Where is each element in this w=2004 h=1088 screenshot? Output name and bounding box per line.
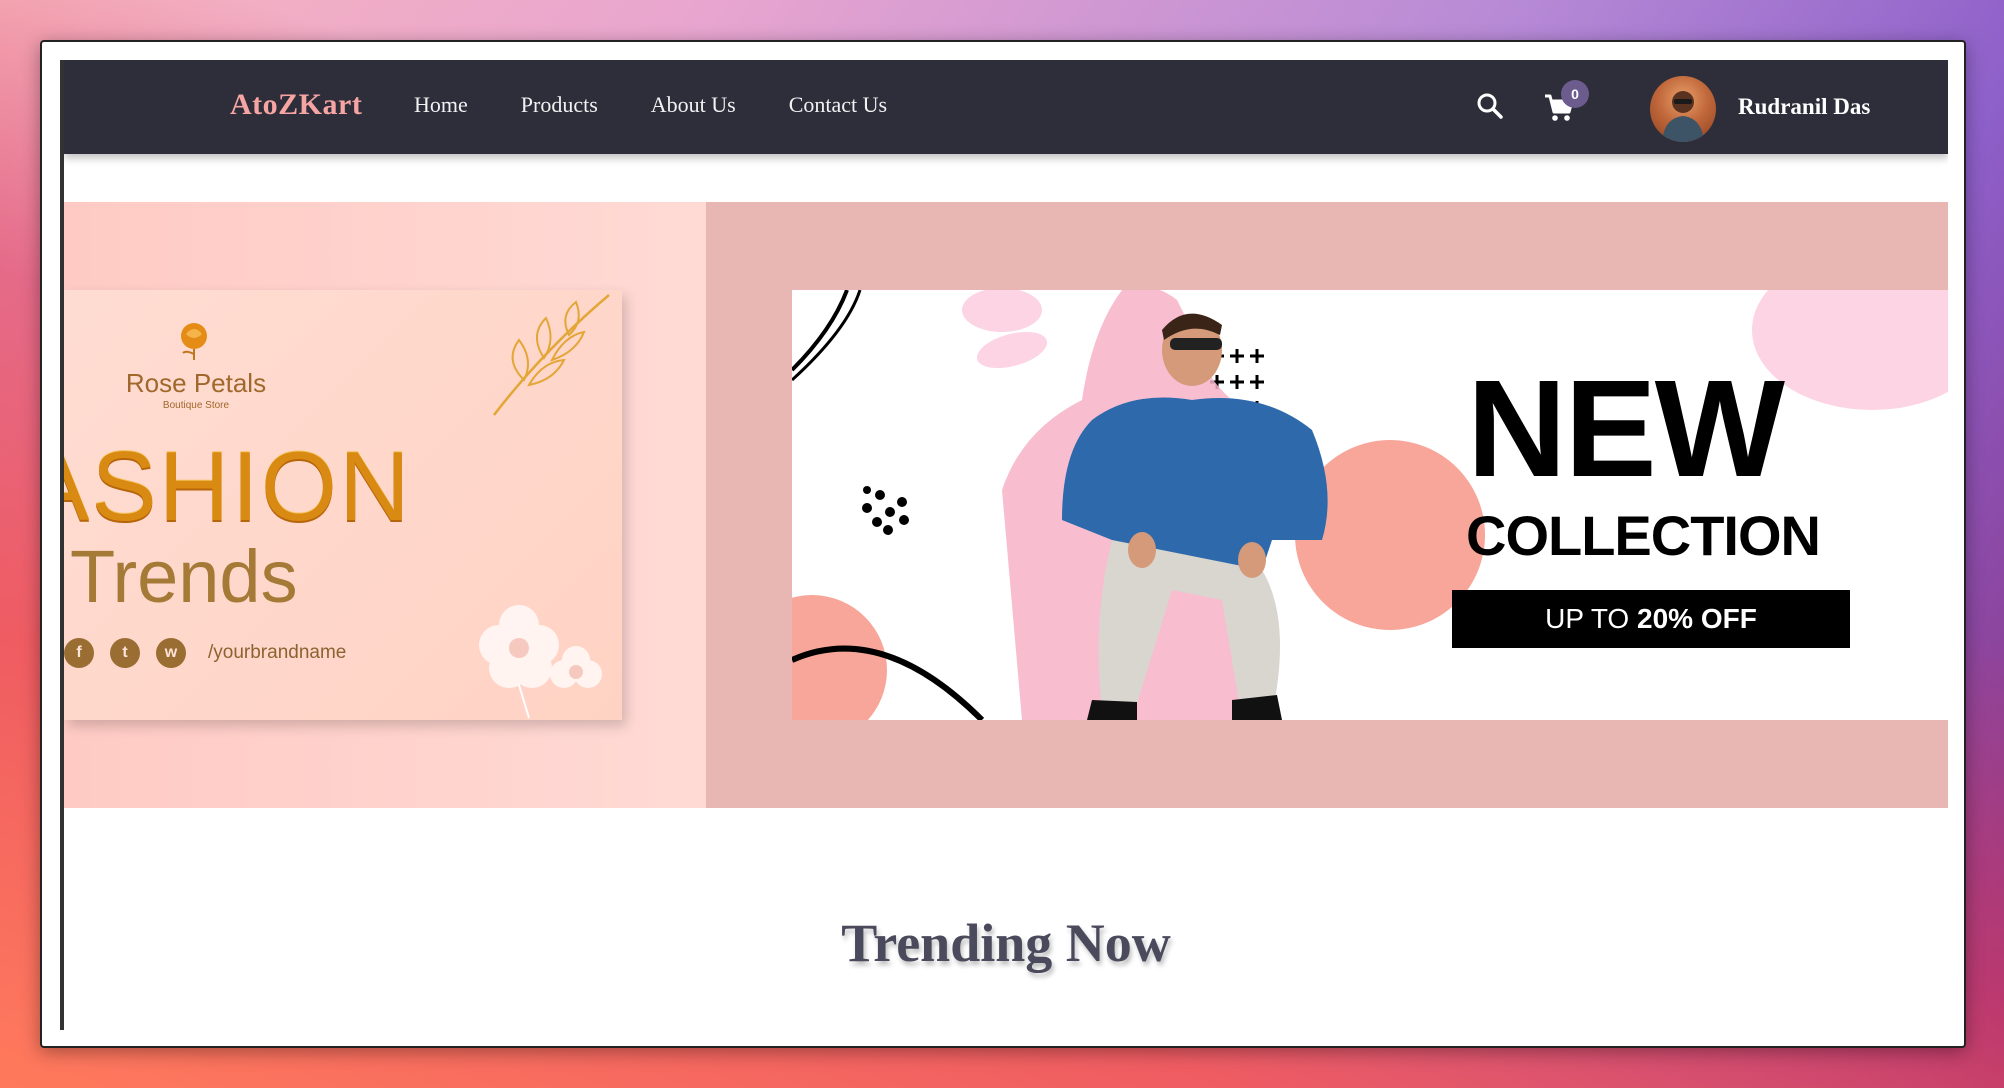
user-avatar[interactable] [1650, 76, 1716, 142]
card-brand-name: Rose Petals [125, 368, 267, 398]
social-icons: f t w [64, 638, 186, 668]
offer-prefix: UP TO [1545, 603, 1637, 634]
nav-link-products[interactable]: Products [521, 92, 598, 118]
rose-logo-icon [181, 323, 207, 360]
leaf-decoration-icon [493, 294, 610, 416]
brand-logo[interactable]: AtoZKart [230, 88, 362, 122]
nav-link-contact-us[interactable]: Contact Us [789, 92, 887, 118]
card-headline: ASHION [64, 431, 412, 541]
facebook-icon[interactable]: f [64, 638, 94, 668]
card-headline-2: Trends [70, 535, 298, 618]
hero-carousel[interactable]: Rose Petals Boutique Store ASHION Trends… [64, 202, 1948, 808]
whatsapp-icon[interactable]: w [156, 638, 186, 668]
carousel-slide-fashion[interactable]: Rose Petals Boutique Store ASHION Trends… [64, 202, 706, 808]
section-title-trending: Trending Now [841, 913, 1171, 973]
nav-links: Home Products About Us Contact Us [414, 92, 940, 118]
fashion-banner-card: Rose Petals Boutique Store ASHION Trends… [64, 290, 622, 720]
offer-button[interactable]: UP TO 20% OFF [1452, 590, 1850, 648]
page-viewport[interactable]: AtoZKart Home Products About Us Contact … [60, 60, 1948, 1030]
nav-link-about-us[interactable]: About Us [651, 92, 736, 118]
browser-window: AtoZKart Home Products About Us Contact … [40, 40, 1966, 1048]
carousel-slide-new-collection[interactable]: NEW COLLECTION UP TO 20% OFF [706, 202, 1948, 808]
social-handle: /yourbrandname [208, 642, 347, 663]
card-brand-subtitle: Boutique Store [162, 400, 230, 411]
offer-value: 20% OFF [1637, 603, 1757, 634]
banner-headline: NEW [1467, 352, 1785, 506]
nav-link-home[interactable]: Home [414, 92, 468, 118]
twitter-icon[interactable]: t [110, 638, 140, 668]
new-collection-banner: NEW COLLECTION UP TO 20% OFF [792, 290, 1948, 720]
cart-count-badge: 0 [1561, 80, 1589, 108]
search-icon[interactable] [1474, 90, 1506, 122]
banner-subheadline: COLLECTION [1466, 504, 1821, 567]
navbar: AtoZKart Home Products About Us Contact … [64, 60, 1948, 154]
flower-decoration-icon [479, 605, 602, 719]
user-name[interactable]: Rudranil Das [1738, 94, 1870, 120]
